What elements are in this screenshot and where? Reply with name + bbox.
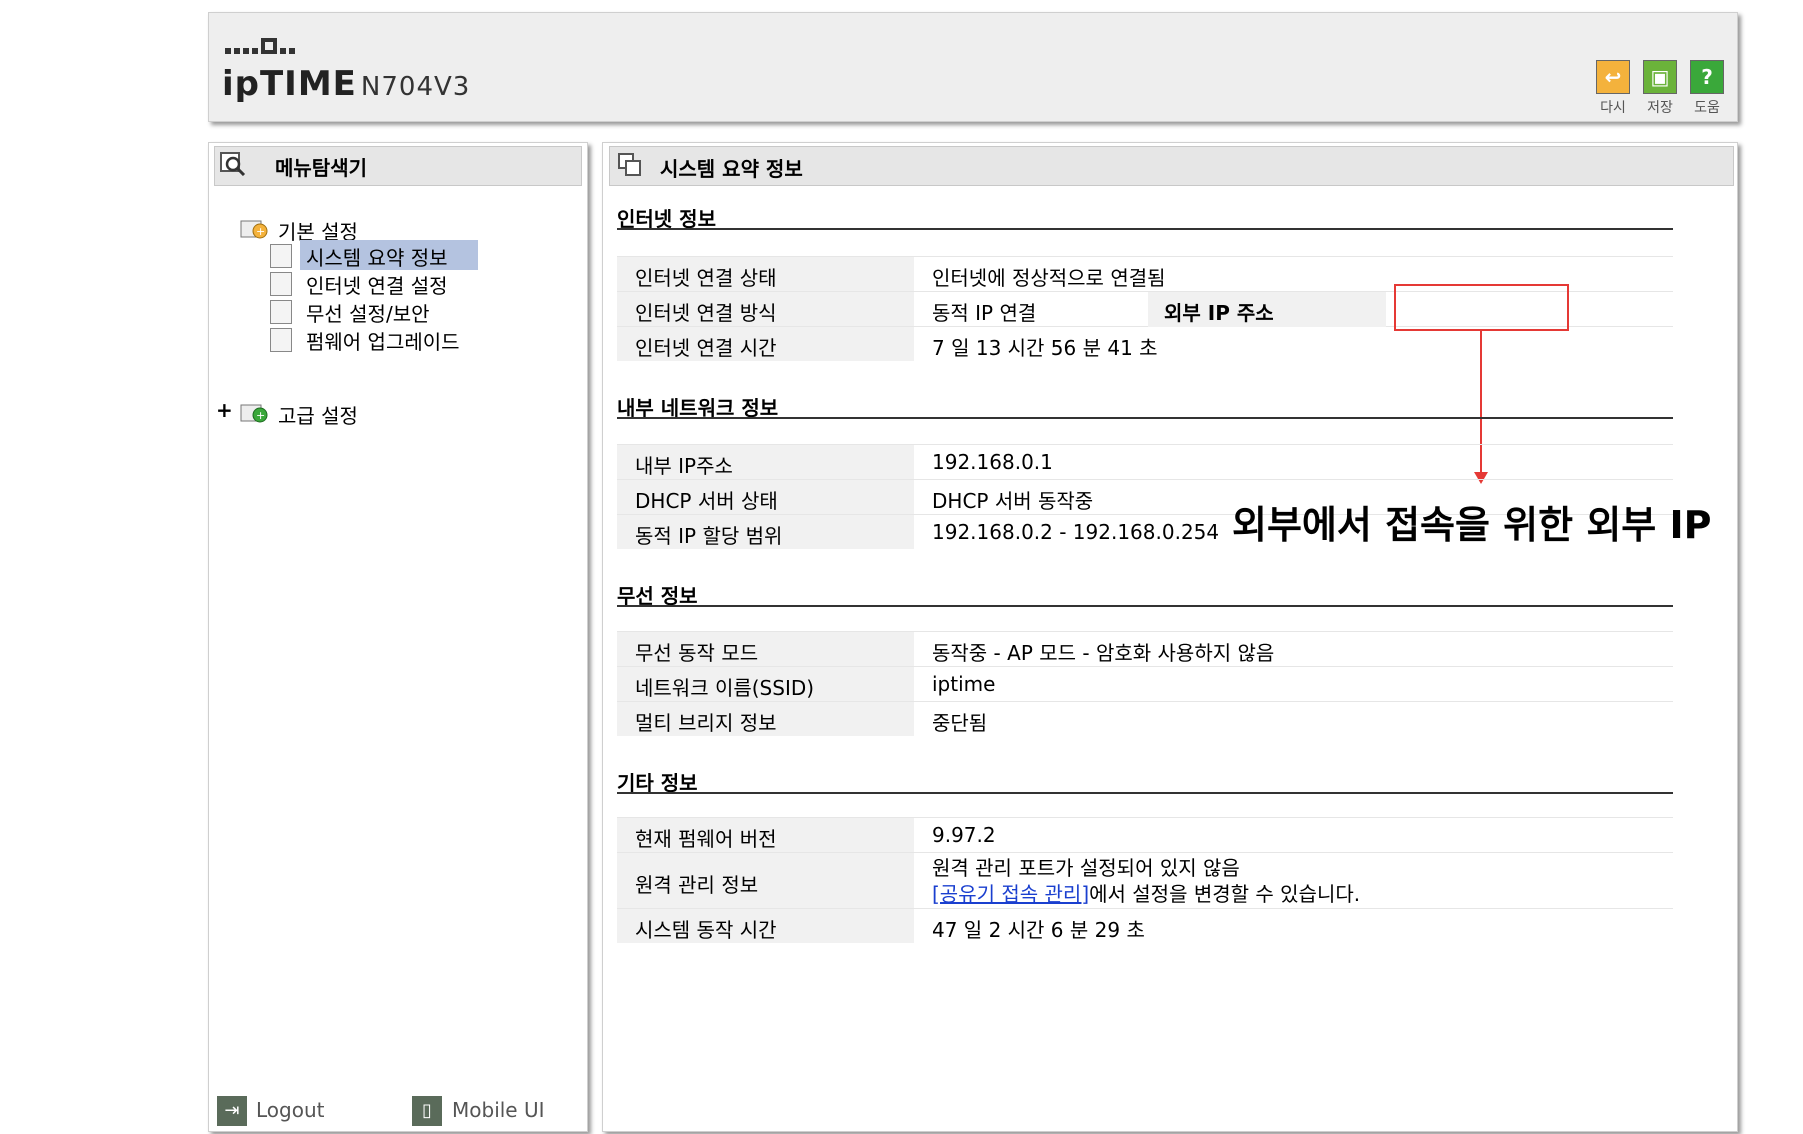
- menu-explorer-header: [214, 146, 582, 186]
- table-row: 원격 관리 정보 원격 관리 포트가 설정되어 있지 않음 [공유기 접속 관리…: [617, 852, 1673, 908]
- tree-advanced-settings[interactable]: 고급 설정: [278, 400, 358, 429]
- upgrade-icon: [270, 328, 292, 352]
- expand-advanced-toggle[interactable]: +: [216, 398, 233, 422]
- table-row: 네트워크 이름(SSID) iptime: [617, 666, 1673, 701]
- annotation-text: 외부에서 접속을 위한 외부 IP: [1232, 503, 1712, 547]
- section-divider: [617, 792, 1673, 794]
- brand-logo: ipTIME N704V3: [222, 64, 471, 104]
- section-divider: [617, 417, 1673, 419]
- save-icon: ▣: [1643, 60, 1677, 94]
- logout-icon: ⇥: [217, 1096, 247, 1126]
- svg-text:+: +: [256, 225, 265, 238]
- undo-icon: ↩: [1596, 60, 1630, 94]
- wireless-icon: [270, 300, 292, 324]
- magnifier-icon: [220, 152, 246, 176]
- summary-icon: [618, 153, 641, 176]
- chart-icon: [270, 244, 292, 268]
- svg-text:+: +: [256, 409, 265, 422]
- external-ip-highlight-box: [1394, 284, 1569, 331]
- sidebar-item-wireless-security[interactable]: 무선 설정/보안: [306, 298, 430, 327]
- sidebar-item-system-summary[interactable]: 시스템 요약 정보: [306, 242, 448, 271]
- table-row: 무선 동작 모드 동작중 - AP 모드 - 암호화 사용하지 않음: [617, 631, 1673, 666]
- mobile-icon: ▯: [412, 1096, 442, 1126]
- menu-explorer-title: 메뉴탐색기: [275, 156, 367, 180]
- logout-link[interactable]: Logout: [256, 1098, 324, 1122]
- section-divider: [617, 228, 1673, 230]
- page-title: 시스템 요약 정보: [660, 157, 803, 181]
- router-access-management-link[interactable]: [공유기 접속 관리]: [932, 882, 1089, 906]
- sidebar-item-internet-setup[interactable]: 인터넷 연결 설정: [306, 270, 448, 299]
- sidebar-item-firmware-upgrade[interactable]: 펌웨어 업그레이드: [306, 326, 460, 355]
- help-icon: ?: [1690, 60, 1724, 94]
- table-row: 현재 펌웨어 버전 9.97.2: [617, 817, 1673, 852]
- mobile-ui-link[interactable]: Mobile UI: [452, 1098, 545, 1122]
- table-row: 멀티 브리지 정보 중단됨: [617, 701, 1673, 736]
- folder-advanced-icon: +: [240, 404, 268, 423]
- undo-button[interactable]: ↩ 다시: [1590, 60, 1636, 117]
- monitor-icon: [270, 272, 292, 296]
- external-ip-label: 외부 IP 주소: [1148, 292, 1386, 327]
- table-row: 시스템 동작 시간 47 일 2 시간 6 분 29 초: [617, 908, 1673, 943]
- folder-basic-icon: +: [240, 220, 268, 239]
- help-button[interactable]: ? 도움: [1684, 60, 1730, 117]
- table-row: 내부 IP주소 192.168.0.1: [617, 444, 1673, 479]
- table-row: 인터넷 연결 시간 7 일 13 시간 56 분 41 초: [617, 326, 1673, 361]
- save-button[interactable]: ▣ 저장: [1637, 60, 1683, 117]
- section-divider: [617, 605, 1673, 607]
- logo-dots-icon: [225, 30, 295, 54]
